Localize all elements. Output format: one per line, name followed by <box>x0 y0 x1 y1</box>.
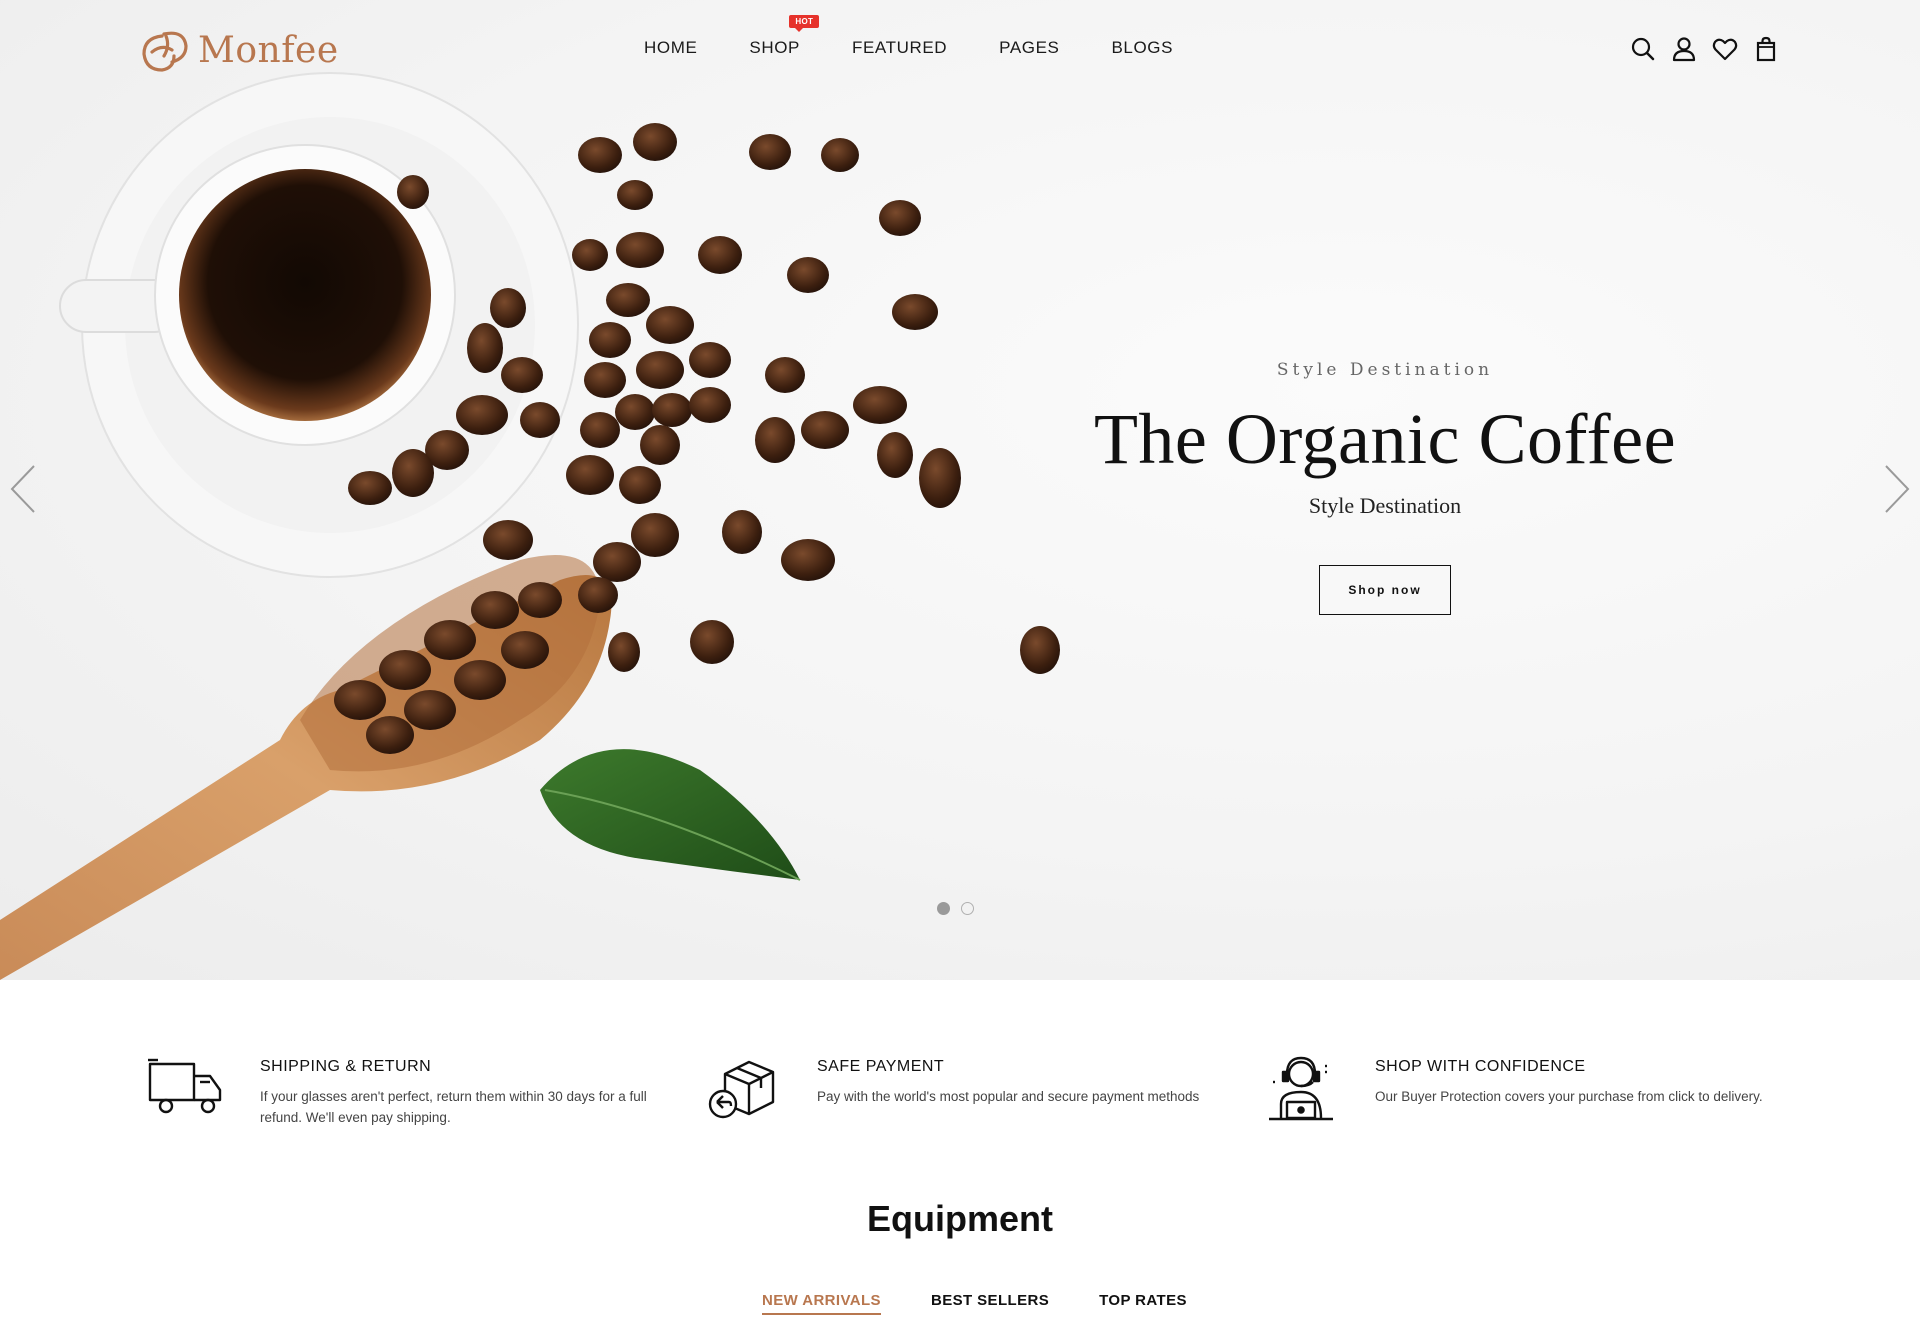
tab-top-rates[interactable]: TOP RATES <box>1099 1292 1187 1315</box>
user-icon <box>1672 37 1696 62</box>
nav-item-home[interactable]: HOME <box>644 38 697 58</box>
chevron-left-icon <box>10 465 35 513</box>
nav-item-shop-label: SHOP <box>749 38 800 57</box>
slider-pagination <box>937 902 974 915</box>
hero-subtitle: Style Destination <box>1308 493 1462 518</box>
header-actions <box>1630 36 1779 62</box>
feature-confidence: SHOP WITH CONFIDENCE Our Buyer Protectio… <box>1261 1048 1781 1128</box>
shop-now-button[interactable]: Shop now <box>1319 565 1451 615</box>
feature-title: SHIPPING & RETURN <box>260 1058 432 1075</box>
heart-icon <box>1712 38 1738 61</box>
feature-title: SHOP WITH CONFIDENCE <box>1375 1058 1586 1075</box>
slider-next-button[interactable] <box>1882 462 1912 516</box>
truck-icon <box>148 1058 222 1114</box>
wishlist-button[interactable] <box>1712 36 1738 62</box>
feature-shipping: SHIPPING & RETURN If your glasses aren't… <box>146 1048 666 1128</box>
coffee-bean-logo-icon <box>142 31 188 72</box>
logo[interactable]: Monfee <box>138 22 339 78</box>
feature-safe-payment: SAFE PAYMENT Pay with the world's most p… <box>703 1048 1223 1128</box>
brand-name: Monfee <box>198 29 339 71</box>
hero-title: The Organic Coffee <box>1093 399 1677 479</box>
shopping-bag-icon <box>1756 36 1776 62</box>
features-bar: SHIPPING & RETURN If your glasses aren't… <box>0 1048 1920 1128</box>
hot-badge: HOT <box>789 15 820 32</box>
feature-desc: Pay with the world's most popular and se… <box>817 1089 1200 1104</box>
tab-best-sellers[interactable]: BEST SELLERS <box>931 1292 1049 1315</box>
nav-item-shop[interactable]: SHOP HOT <box>749 15 820 58</box>
account-button[interactable] <box>1671 36 1697 62</box>
site-header: Monfee HOME SHOP HOT FEATURED PAGES BLOG… <box>0 0 1920 100</box>
nav-item-blogs[interactable]: BLOGS <box>1111 38 1173 58</box>
slider-prev-button[interactable] <box>8 462 38 516</box>
equipment-tabs: NEW ARRIVALS BEST SELLERS TOP RATES <box>762 1292 1187 1315</box>
main-nav: HOME SHOP HOT FEATURED PAGES BLOGS <box>620 15 1173 58</box>
support-agent-icon <box>1269 1056 1333 1121</box>
cart-button[interactable] <box>1753 36 1779 62</box>
hero-kicker: Style Destination <box>1276 360 1494 380</box>
search-button[interactable] <box>1630 36 1656 62</box>
feature-desc: If your glasses aren't perfect, return t… <box>260 1089 647 1125</box>
slider-dot-2[interactable] <box>961 902 974 915</box>
feature-title: SAFE PAYMENT <box>817 1058 945 1075</box>
feature-desc: Our Buyer Protection covers your purchas… <box>1375 1089 1763 1104</box>
hero-slider: Monfee HOME SHOP HOT FEATURED PAGES BLOG… <box>0 0 1920 980</box>
hero-coffee-image <box>0 72 1060 980</box>
nav-item-featured[interactable]: FEATURED <box>852 38 947 58</box>
search-icon <box>1631 37 1655 61</box>
nav-item-pages[interactable]: PAGES <box>999 38 1059 58</box>
box-return-icon <box>708 1060 775 1119</box>
tab-new-arrivals[interactable]: NEW ARRIVALS <box>762 1292 881 1315</box>
chevron-right-icon <box>1885 465 1910 513</box>
hero-content: Style Destination The Organic Coffee Sty… <box>1060 360 1710 615</box>
equipment-section-title: Equipment <box>867 1198 1053 1239</box>
slider-dot-1[interactable] <box>937 902 950 915</box>
